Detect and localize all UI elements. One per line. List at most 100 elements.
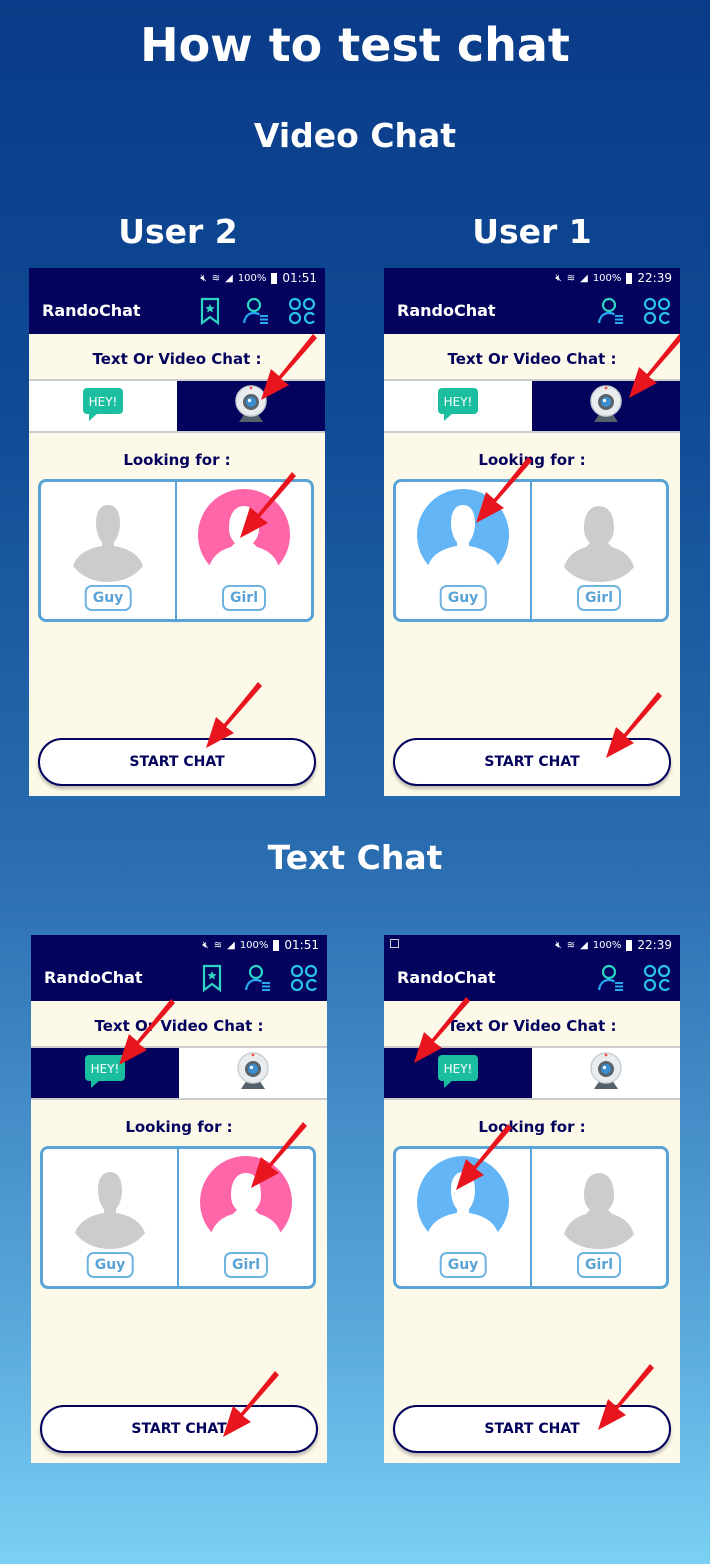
text-chat-heading: Text Chat	[267, 838, 443, 877]
gender-option-guy[interactable]: Guy	[396, 1149, 532, 1286]
svg-text:HEY!: HEY!	[444, 395, 473, 409]
hey-chat-bubble-icon: HEY!	[81, 386, 125, 426]
bookmark-star-icon[interactable]	[195, 296, 225, 326]
gender-label: Girl	[577, 585, 621, 611]
bookmark-star-icon[interactable]	[197, 963, 227, 993]
gender-selector: Guy Girl	[393, 1146, 669, 1289]
app-bar: RandoChat	[384, 955, 680, 1001]
battery-percent: 100%	[237, 272, 267, 284]
gender-option-girl[interactable]: Girl	[177, 482, 311, 619]
gender-option-guy[interactable]: Guy	[41, 482, 177, 619]
user-list-icon[interactable]	[241, 296, 271, 326]
status-time: 22:39	[637, 271, 672, 285]
gender-option-guy[interactable]: Guy	[396, 482, 532, 619]
app-bar: RandoChat	[384, 288, 680, 334]
phone-screen-text-user2: 🔇︎ ≋ ◢ 100% 01:51 RandoChat Text Or Video Chat…	[31, 935, 327, 1463]
svg-text:HEY!: HEY!	[91, 1062, 120, 1076]
gender-label: Guy	[439, 1252, 487, 1278]
chat-type-option-text[interactable]: HEY!	[384, 1048, 532, 1098]
webcam-icon	[586, 382, 626, 430]
apps-grid-icon[interactable]	[642, 296, 672, 326]
mute-icon: 🔇︎	[200, 272, 207, 284]
user-1-label: User 1	[472, 212, 592, 251]
webcam-icon	[233, 1049, 273, 1097]
start-chat-button[interactable]: START CHAT	[38, 738, 316, 786]
girl-avatar-icon	[552, 1155, 646, 1249]
battery-percent: 100%	[592, 939, 622, 951]
chat-type-toggle: HEY!	[384, 379, 680, 433]
girl-avatar-icon	[552, 488, 646, 582]
gender-label: Girl	[224, 1252, 268, 1278]
user-list-icon[interactable]	[596, 296, 626, 326]
status-time: 22:39	[637, 938, 672, 952]
start-chat-button[interactable]: START CHAT	[393, 1405, 671, 1453]
gender-option-girl[interactable]: Girl	[532, 482, 666, 619]
guy-avatar-icon	[63, 1155, 157, 1249]
looking-for-label: Looking for :	[478, 1118, 586, 1136]
phone-screen-text-user1: 🔇︎ ≋ ◢ 100% 22:39 RandoChat Text Or Video Chat…	[384, 935, 680, 1463]
chat-type-option-text[interactable]: HEY!	[31, 1048, 179, 1098]
wifi-icon: ≋	[566, 939, 576, 951]
chat-type-option-video[interactable]	[532, 1048, 680, 1098]
gallery-notification-icon	[390, 939, 399, 948]
webcam-icon	[231, 382, 271, 430]
gender-option-girl[interactable]: Girl	[532, 1149, 666, 1286]
start-chat-button[interactable]: START CHAT	[40, 1405, 318, 1453]
wifi-icon: ≋	[566, 272, 576, 284]
battery-icon	[273, 939, 280, 951]
webcam-icon	[586, 1049, 626, 1097]
gender-label: Guy	[86, 1252, 134, 1278]
signal-icon: ◢	[227, 939, 235, 951]
guy-avatar-icon	[61, 488, 155, 582]
page-title: How to test chat	[140, 18, 570, 72]
wifi-icon: ≋	[213, 939, 223, 951]
battery-percent: 100%	[239, 939, 269, 951]
signal-icon: ◢	[580, 272, 588, 284]
gender-option-guy[interactable]: Guy	[43, 1149, 179, 1286]
gender-selector: Guy Girl	[40, 1146, 316, 1289]
chat-type-toggle: HEY!	[29, 379, 325, 433]
svg-text:HEY!: HEY!	[444, 1062, 473, 1076]
guy-avatar-icon	[416, 1155, 510, 1249]
start-chat-button[interactable]: START CHAT	[393, 738, 671, 786]
gender-selector: Guy Girl	[38, 479, 314, 622]
user-list-icon[interactable]	[243, 963, 273, 993]
apps-grid-icon[interactable]	[287, 296, 317, 326]
gender-label: Guy	[84, 585, 132, 611]
mute-icon: 🔇︎	[555, 939, 562, 951]
gender-selector: Guy Girl	[393, 479, 669, 622]
hey-chat-bubble-icon: HEY!	[83, 1053, 127, 1093]
battery-icon	[626, 939, 633, 951]
chat-type-option-video[interactable]	[177, 381, 325, 431]
battery-icon	[271, 272, 278, 284]
app-name: RandoChat	[397, 301, 496, 320]
app-name: RandoChat	[42, 301, 141, 320]
gender-label: Girl	[577, 1252, 621, 1278]
user-list-icon[interactable]	[596, 963, 626, 993]
signal-icon: ◢	[580, 939, 588, 951]
status-bar: 🔇︎ ≋ ◢ 100% 22:39	[384, 935, 680, 955]
chat-type-option-video[interactable]	[532, 381, 680, 431]
phone-screen-video-user1: 🔇︎ ≋ ◢ 100% 22:39 RandoChat Text Or Video Chat…	[384, 268, 680, 796]
chat-type-option-text[interactable]: HEY!	[29, 381, 177, 431]
gender-option-girl[interactable]: Girl	[179, 1149, 313, 1286]
gender-label: Girl	[222, 585, 266, 611]
apps-grid-icon[interactable]	[289, 963, 319, 993]
status-bar: 🔇︎ ≋ ◢ 100% 22:39	[384, 268, 680, 288]
apps-grid-icon[interactable]	[642, 963, 672, 993]
chat-type-toggle: HEY!	[384, 1046, 680, 1100]
looking-for-label: Looking for :	[478, 451, 586, 469]
chat-type-label: Text Or Video Chat :	[447, 350, 617, 368]
hey-chat-bubble-icon: HEY!	[436, 1053, 480, 1093]
app-bar: RandoChat	[31, 955, 327, 1001]
mute-icon: 🔇︎	[555, 272, 562, 284]
chat-type-toggle: HEY!	[31, 1046, 327, 1100]
guy-avatar-icon	[416, 488, 510, 582]
girl-avatar-icon	[197, 488, 291, 582]
status-time: 01:51	[282, 271, 317, 285]
wifi-icon: ≋	[211, 272, 221, 284]
chat-type-option-video[interactable]	[179, 1048, 327, 1098]
status-time: 01:51	[284, 938, 319, 952]
chat-type-label: Text Or Video Chat :	[92, 350, 262, 368]
chat-type-option-text[interactable]: HEY!	[384, 381, 532, 431]
